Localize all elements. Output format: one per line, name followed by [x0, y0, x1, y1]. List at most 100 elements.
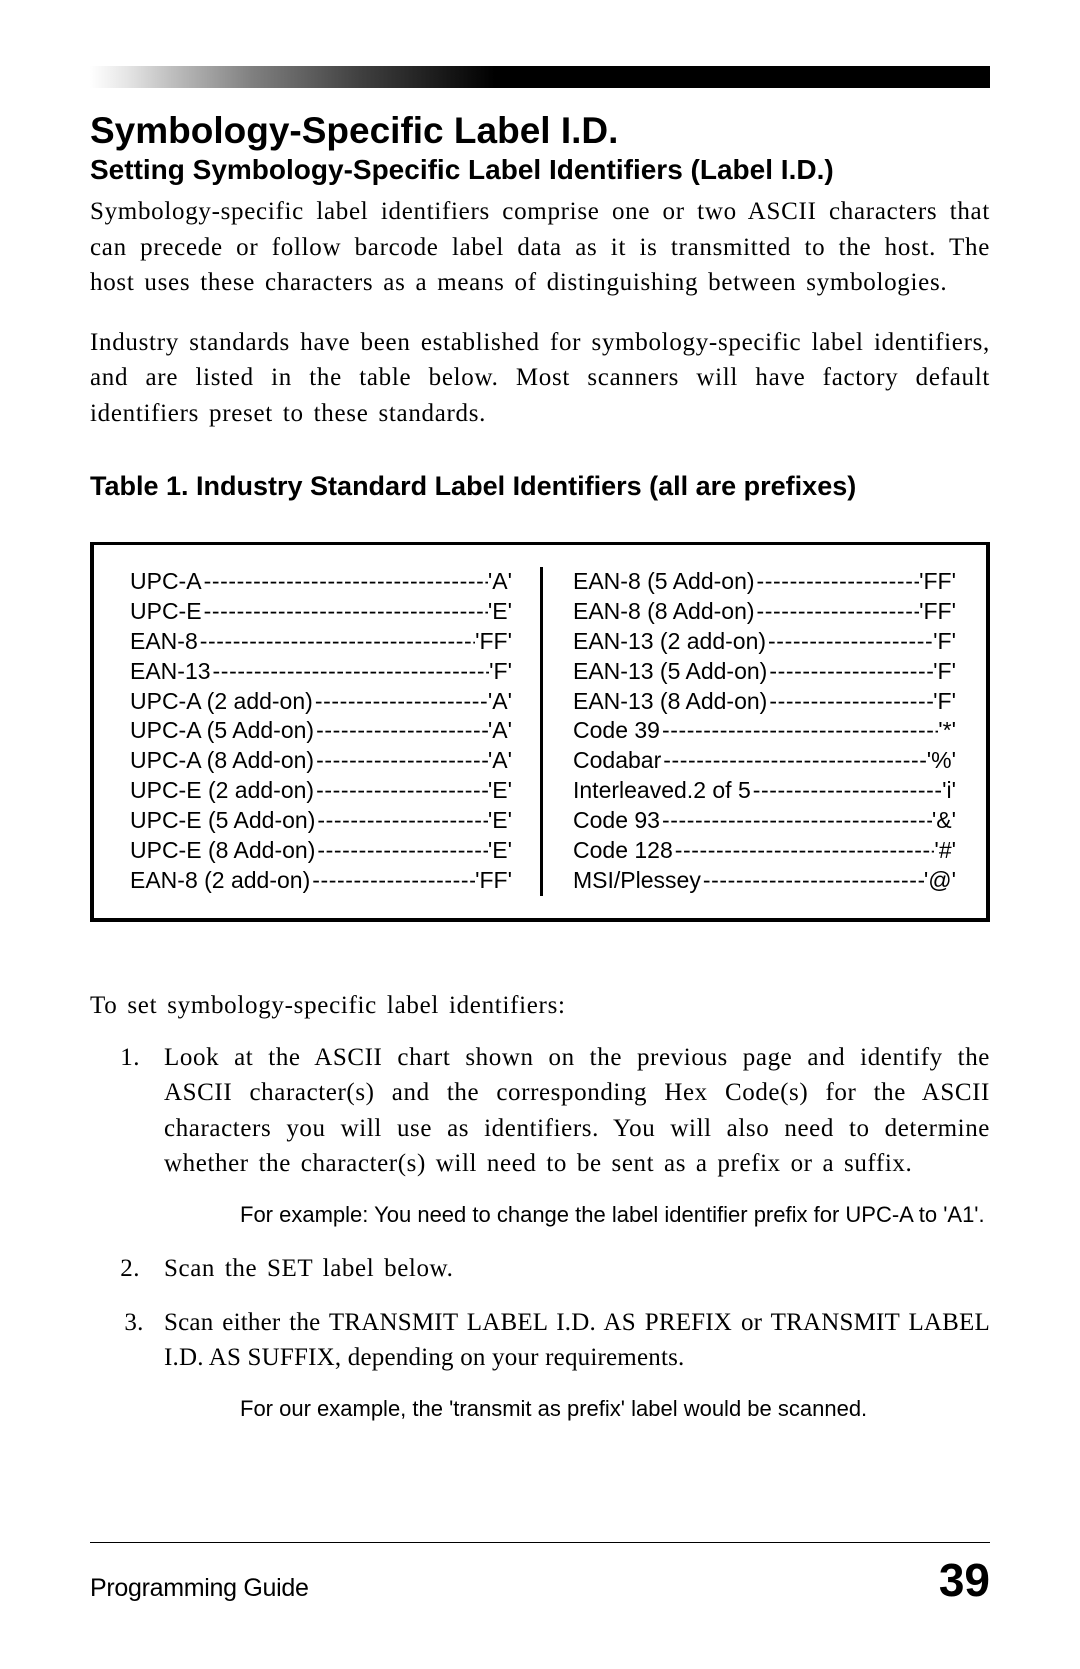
symbology-name: UPC-A (2 add-on)	[130, 687, 313, 717]
intro-paragraph-2: Industry standards have been established…	[90, 325, 990, 432]
symbology-name: MSI/Plessey	[573, 866, 701, 896]
table-row: UPC-E (5 Add-on) -----------------------…	[130, 806, 512, 836]
table-row: EAN-8 (2 add-on) -----------------------…	[130, 866, 512, 896]
identifier-code: 'E'	[488, 597, 512, 627]
symbology-name: UPC-A	[130, 567, 202, 597]
leader-dashes: ----------------------------------------…	[211, 657, 490, 687]
identifier-code: 'E'	[488, 806, 512, 836]
intro-paragraph-1: Symbology-specific label identifiers com…	[90, 194, 990, 301]
identifier-code: 'E'	[488, 836, 512, 866]
identifier-code: 'FF'	[475, 627, 512, 657]
table-row: Code 93 --------------------------------…	[573, 806, 956, 836]
table-row: UPC-E (8 Add-on) -----------------------…	[130, 836, 512, 866]
header-rule	[90, 66, 990, 88]
symbology-name: UPC-E (2 add-on)	[130, 776, 314, 806]
table-row: EAN-8 (8 Add-on) -----------------------…	[573, 597, 956, 627]
table-row: Codabar --------------------------------…	[573, 746, 956, 776]
identifier-code: 'F'	[489, 657, 512, 687]
table-left-column: UPC-A ----------------------------------…	[130, 567, 543, 896]
page-footer: Programming Guide 39	[90, 1542, 990, 1603]
leader-dashes: ----------------------------------------…	[755, 567, 920, 597]
symbology-name: Code 39	[573, 716, 660, 746]
identifier-code: 'i'	[942, 776, 956, 806]
identifier-code: '&'	[932, 806, 956, 836]
leader-dashes: ----------------------------------------…	[315, 836, 488, 866]
identifier-code: '%'	[927, 746, 956, 776]
footer-page-number: 39	[939, 1557, 990, 1603]
table-row: Code 39 --------------------------------…	[573, 716, 956, 746]
identifier-code: 'A'	[488, 716, 512, 746]
symbology-name: UPC-E (5 Add-on)	[130, 806, 315, 836]
leader-dashes: ----------------------------------------…	[314, 746, 488, 776]
leader-dashes: ----------------------------------------…	[313, 687, 488, 717]
identifier-code: 'FF'	[475, 866, 512, 896]
section-subtitle: Setting Symbology-Specific Label Identif…	[90, 154, 990, 186]
symbology-name: UPC-A (5 Add-on)	[130, 716, 314, 746]
symbology-name: EAN-13 (5 Add-on)	[573, 657, 767, 687]
leader-dashes: ----------------------------------------…	[198, 627, 475, 657]
leader-dashes: ----------------------------------------…	[660, 716, 938, 746]
table-row: UPC-E (2 add-on) -----------------------…	[130, 776, 512, 806]
identifier-code: 'FF'	[919, 597, 956, 627]
step-1: Look at the ASCII chart shown on the pre…	[150, 1040, 990, 1230]
leader-dashes: ----------------------------------------…	[314, 716, 488, 746]
table-row: Code 128 -------------------------------…	[573, 836, 956, 866]
table-row: EAN-13 ---------------------------------…	[130, 657, 512, 687]
symbology-name: Code 128	[573, 836, 673, 866]
leader-dashes: ----------------------------------------…	[755, 597, 920, 627]
identifier-code: 'FF'	[919, 567, 956, 597]
table-row: EAN-13 (8 Add-on) ----------------------…	[573, 687, 956, 717]
leader-dashes: ----------------------------------------…	[701, 866, 924, 896]
symbology-name: EAN-13 (2 add-on)	[573, 627, 766, 657]
table-row: UPC-A (5 Add-on) -----------------------…	[130, 716, 512, 746]
symbology-name: EAN-13	[130, 657, 211, 687]
table-row: EAN-8 (5 Add-on) -----------------------…	[573, 567, 956, 597]
leader-dashes: ----------------------------------------…	[673, 836, 935, 866]
identifier-table: UPC-A ----------------------------------…	[90, 542, 990, 922]
leader-dashes: ----------------------------------------…	[661, 746, 927, 776]
step-1-text: Look at the ASCII chart shown on the pre…	[164, 1044, 990, 1178]
leader-dashes: ----------------------------------------…	[767, 687, 933, 717]
symbology-name: EAN-8 (8 Add-on)	[573, 597, 755, 627]
table-right-column: EAN-8 (5 Add-on) -----------------------…	[543, 567, 956, 896]
step-2: Scan the SET label below.	[150, 1251, 990, 1287]
step-3: Scan either the TRANSMIT LABEL I.D. AS P…	[150, 1305, 990, 1424]
identifier-code: 'A'	[488, 687, 512, 717]
identifier-code: '#'	[934, 836, 956, 866]
identifier-code: 'A'	[488, 746, 512, 776]
symbology-name: UPC-E	[130, 597, 202, 627]
document-page: Symbology-Specific Label I.D. Setting Sy…	[0, 0, 1080, 1669]
page-title: Symbology-Specific Label I.D.	[90, 110, 990, 152]
leader-dashes: ----------------------------------------…	[767, 657, 933, 687]
table-row: Interleaved.2 of 5 ---------------------…	[573, 776, 956, 806]
identifier-code: 'A'	[488, 567, 512, 597]
identifier-code: 'F'	[933, 657, 956, 687]
table-row: UPC-A (8 Add-on) -----------------------…	[130, 746, 512, 776]
table-row: UPC-E ----------------------------------…	[130, 597, 512, 627]
symbology-name: EAN-8 (2 add-on)	[130, 866, 310, 896]
leader-dashes: ----------------------------------------…	[660, 806, 932, 836]
identifier-code: 'F'	[933, 627, 956, 657]
identifier-code: '@'	[924, 866, 956, 896]
symbology-name: EAN-8 (5 Add-on)	[573, 567, 755, 597]
table-row: UPC-A ----------------------------------…	[130, 567, 512, 597]
footer-doc-title: Programming Guide	[90, 1574, 309, 1603]
table-caption: Table 1. Industry Standard Label Identif…	[90, 471, 990, 502]
leader-dashes: ----------------------------------------…	[202, 597, 488, 627]
instructions-list: Look at the ASCII chart shown on the pre…	[150, 1040, 990, 1424]
symbology-name: UPC-E (8 Add-on)	[130, 836, 315, 866]
symbology-name: Interleaved.2 of 5	[573, 776, 751, 806]
leader-dashes: ----------------------------------------…	[310, 866, 475, 896]
identifier-code: '*'	[938, 716, 956, 746]
symbology-name: UPC-A (8 Add-on)	[130, 746, 314, 776]
leader-dashes: ----------------------------------------…	[202, 567, 488, 597]
table-row: UPC-A (2 add-on) -----------------------…	[130, 687, 512, 717]
step-3-text: Scan either the TRANSMIT LABEL I.D. AS P…	[164, 1309, 990, 1372]
symbology-name: Code 93	[573, 806, 660, 836]
leader-dashes: ----------------------------------------…	[315, 806, 488, 836]
table-row: EAN-13 (5 Add-on) ----------------------…	[573, 657, 956, 687]
symbology-name: EAN-8	[130, 627, 198, 657]
leader-dashes: ----------------------------------------…	[751, 776, 942, 806]
table-row: MSI/Plessey ----------------------------…	[573, 866, 956, 896]
table-row: EAN-13 (2 add-on) ----------------------…	[573, 627, 956, 657]
